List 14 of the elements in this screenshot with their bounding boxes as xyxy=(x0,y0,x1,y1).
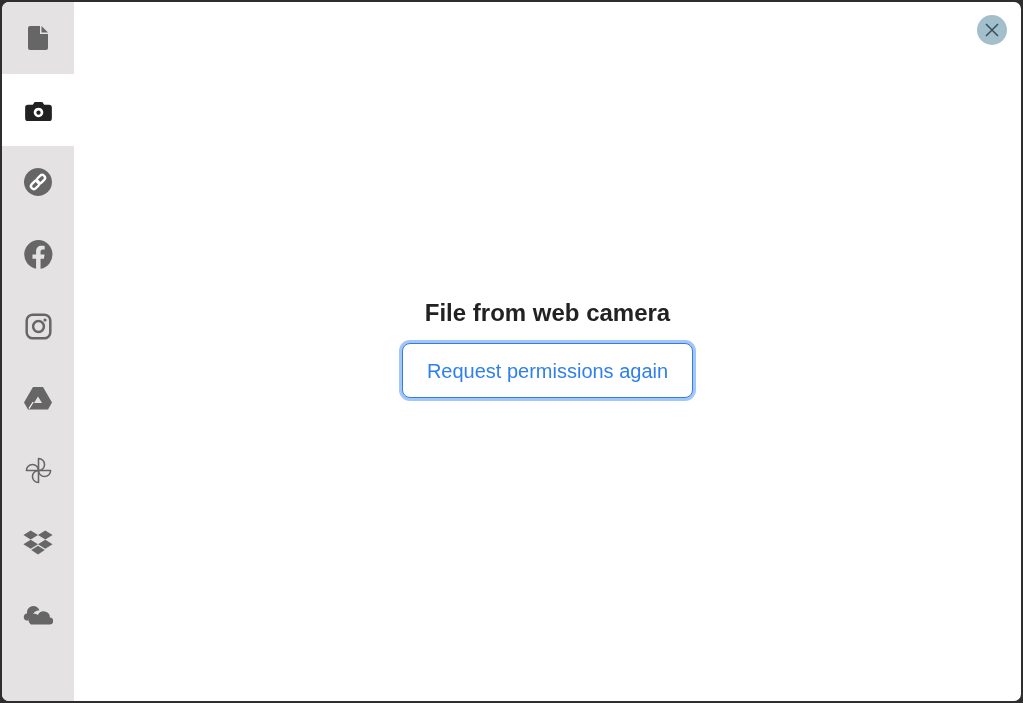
camera-icon xyxy=(24,99,52,121)
sidebar-tab[interactable] xyxy=(2,74,74,146)
dialog-title: File from web camera xyxy=(424,298,671,328)
close-button[interactable] xyxy=(977,15,1007,45)
link-icon xyxy=(24,168,52,196)
close-icon xyxy=(985,23,999,37)
cloud-icon xyxy=(23,603,53,625)
f-logo-icon xyxy=(23,239,53,269)
pinwheel-icon xyxy=(23,455,53,485)
file-icon xyxy=(28,26,48,50)
camera-outline-icon xyxy=(24,312,52,340)
request-permissions-button[interactable]: Request permissions again xyxy=(401,343,694,399)
diamonds-logo-icon xyxy=(23,529,53,555)
triangle-logo-icon xyxy=(24,386,52,410)
